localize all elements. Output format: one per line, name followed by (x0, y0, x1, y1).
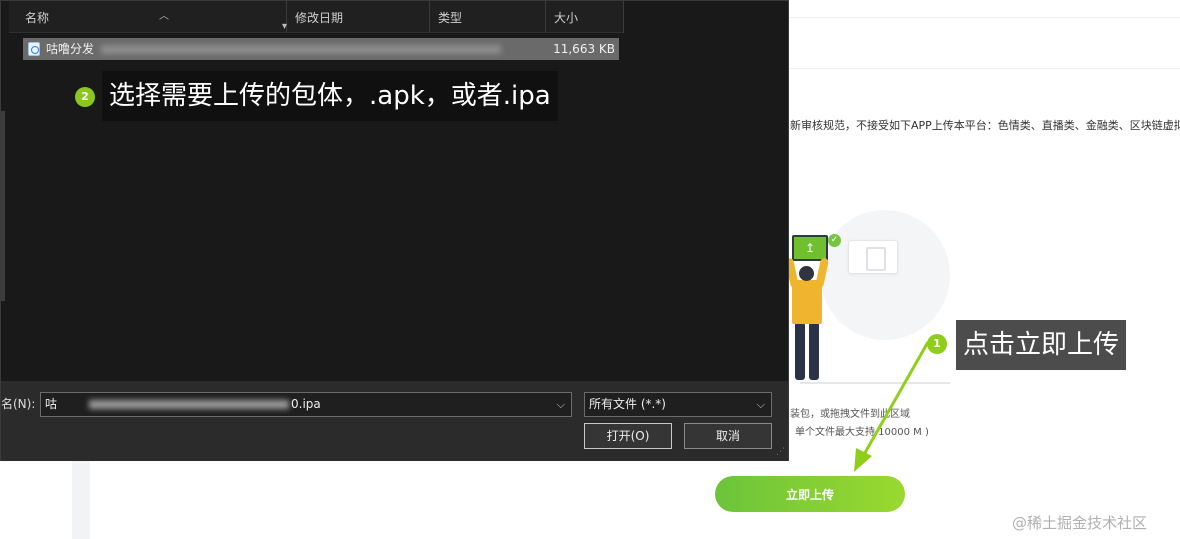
column-header-row: 名称 ︿ ▾ 修改日期 类型 大小 (9, 1, 624, 33)
filename-input[interactable]: 咕 0.ipa ⌵ (40, 392, 572, 417)
person-body (792, 280, 822, 324)
file-open-dialog: 名称 ︿ ▾ 修改日期 类型 大小 咕噜分发 11,663 KB 2 选择需要上… (0, 0, 789, 461)
upload-arrow-icon: ↥ (792, 235, 828, 261)
file-name: 咕噜分发 (46, 42, 95, 56)
page-left-strip (72, 460, 90, 539)
person-head (799, 266, 814, 281)
file-list-row[interactable]: 咕噜分发 11,663 KB (23, 38, 619, 60)
cancel-button[interactable]: 取消 (684, 423, 772, 449)
person-leg-right (809, 322, 819, 380)
document-card-icon (848, 240, 898, 274)
chevron-down-icon[interactable]: ⌵ (757, 393, 765, 416)
redacted-blur (101, 45, 501, 54)
open-button[interactable]: 打开(O) (584, 423, 672, 449)
left-scrollbar[interactable] (1, 111, 5, 301)
resize-grip-icon[interactable]: ⋰ (776, 448, 785, 457)
filename-value-suffix: 0.ipa (291, 397, 321, 411)
person-leg-left (795, 322, 805, 380)
app-file-icon (28, 42, 40, 56)
step-2-badge: 2 (75, 87, 95, 107)
column-header-name-label: 名称 (25, 11, 50, 25)
step-1-callout: 点击立即上传 (956, 320, 1127, 370)
column-header-name[interactable]: 名称 ︿ ▾ (17, 1, 287, 33)
review-notice-text: 新审核规范，不接受如下APP上传本平台：色情类、直播类、金融类、区块链虚拟币 (790, 119, 1180, 132)
column-header-type[interactable]: 类型 (430, 1, 546, 33)
annotation-arrow-icon (854, 341, 930, 472)
redacted-blur (89, 400, 289, 409)
sort-ascending-icon: ︿ (159, 11, 169, 22)
filename-label: 名(N): (1, 397, 36, 411)
page-divider (790, 68, 1180, 69)
file-size: 11,663 KB (553, 42, 615, 56)
filetype-select[interactable]: 所有文件 (*.*) ⌵ (584, 392, 772, 417)
check-icon: ✓ (828, 234, 841, 247)
step-2-callout: 选择需要上传的包体，.apk，或者.ipa (102, 71, 558, 121)
watermark: @稀土掘金技术社区 (1012, 514, 1148, 532)
filetype-value: 所有文件 (*.*) (589, 397, 666, 411)
chevron-down-icon[interactable]: ⌵ (557, 393, 565, 416)
upload-now-button[interactable]: 立即上传 (715, 476, 905, 512)
column-header-size[interactable]: 大小 (546, 1, 624, 33)
illustration-backdrop (820, 210, 950, 340)
page-top-bar (790, 0, 1180, 18)
filename-value-prefix: 咕 (45, 397, 58, 411)
column-header-date[interactable]: 修改日期 (287, 1, 430, 33)
step-1-badge: 1 (927, 334, 947, 354)
